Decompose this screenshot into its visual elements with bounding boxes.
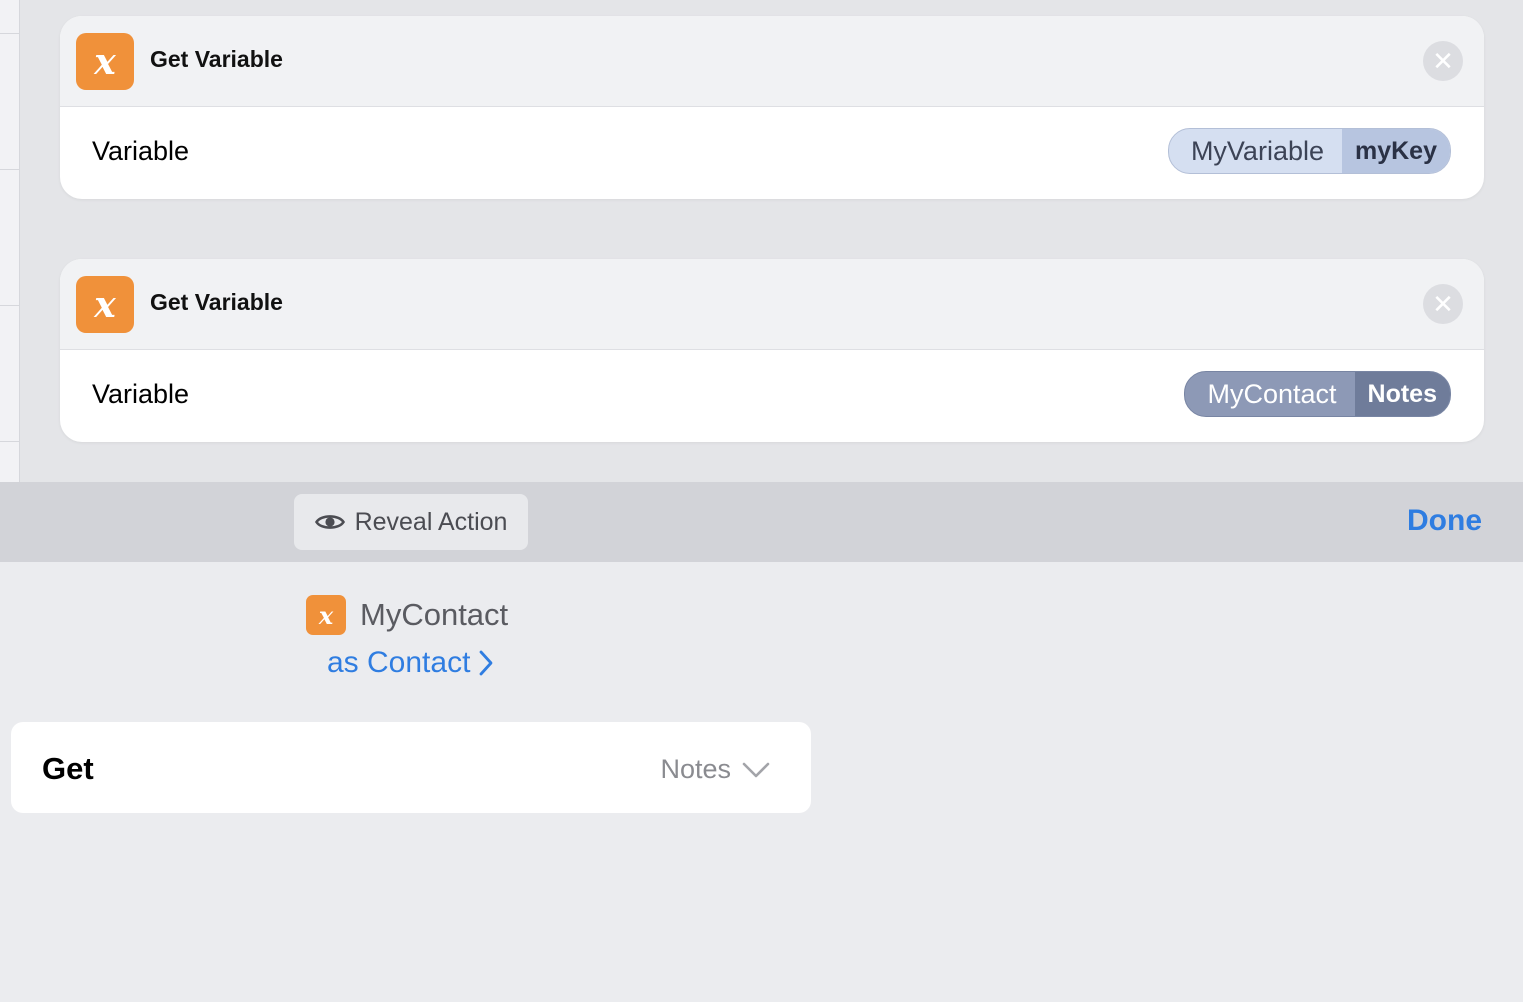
type-link-label[interactable]: as Contact <box>327 646 470 680</box>
variable-detail-panel: x MyContact as Contact Get Notes <box>0 562 1523 1002</box>
variable-x-icon: x <box>76 33 134 90</box>
action-parameter-row: Variable MyContact Notes <box>60 350 1484 442</box>
variable-x-icon: x <box>76 276 134 333</box>
chevron-down-icon <box>742 762 770 777</box>
action-title: Get Variable <box>150 46 283 72</box>
variable-token-name[interactable]: MyContact <box>1185 372 1354 416</box>
variable-token-property[interactable]: Notes <box>1354 372 1450 416</box>
action-card-header: x Get Variable ✕ <box>60 16 1484 107</box>
variable-name: MyContact <box>360 597 509 632</box>
variable-token[interactable]: MyVariable myKey <box>1167 128 1451 174</box>
chevron-right-icon <box>480 650 493 676</box>
parameter-label: Variable <box>92 379 190 409</box>
variable-token-selected[interactable]: MyContact Notes <box>1184 371 1451 417</box>
remove-action-button[interactable]: ✕ <box>1423 41 1463 81</box>
action-card-get-variable-2[interactable]: x Get Variable ✕ Variable MyContact Note… <box>60 259 1484 442</box>
editor-toolbar: Reveal Action Done <box>0 482 1523 562</box>
property-picker[interactable]: Notes <box>660 754 771 785</box>
variable-x-icon: x <box>306 595 346 635</box>
left-sidebar-edge <box>0 0 20 482</box>
action-title: Get Variable <box>150 289 283 315</box>
get-property-row[interactable]: Get Notes <box>11 722 811 813</box>
close-icon: ✕ <box>1432 289 1454 319</box>
action-card-header: x Get Variable ✕ <box>60 259 1484 350</box>
close-icon: ✕ <box>1432 46 1454 76</box>
variable-token-property[interactable]: myKey <box>1342 129 1450 173</box>
reveal-action-button[interactable]: Reveal Action <box>294 494 528 550</box>
eye-icon <box>314 515 345 529</box>
action-parameter-row: Variable MyVariable myKey <box>60 107 1484 199</box>
reveal-action-label: Reveal Action <box>354 507 508 536</box>
parameter-label: Variable <box>92 136 190 166</box>
property-value[interactable]: Notes <box>660 754 731 785</box>
done-button[interactable]: Done <box>1407 504 1482 538</box>
variable-header: x MyContact <box>306 595 508 635</box>
remove-action-button[interactable]: ✕ <box>1423 284 1463 324</box>
type-selector-link[interactable]: as Contact <box>327 646 494 680</box>
action-card-get-variable-1[interactable]: x Get Variable ✕ Variable MyVariable myK… <box>60 16 1484 199</box>
variable-token-name[interactable]: MyVariable <box>1169 129 1342 173</box>
get-label: Get <box>42 751 94 786</box>
